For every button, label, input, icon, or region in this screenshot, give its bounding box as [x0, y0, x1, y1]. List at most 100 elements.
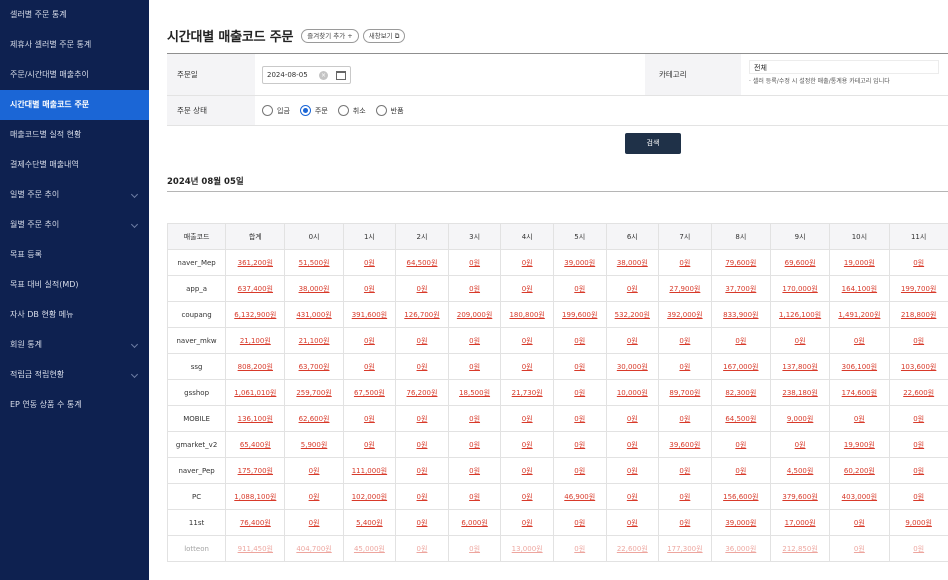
sales-amount-link[interactable]: 0원 — [500, 509, 554, 536]
sales-amount-link[interactable]: 0원 — [500, 483, 554, 510]
sales-amount-link[interactable]: 199,700원 — [888, 275, 948, 302]
sales-amount-link[interactable]: 0원 — [284, 457, 344, 484]
sales-amount-link[interactable]: 0원 — [605, 275, 660, 302]
sales-amount-link[interactable]: 38,000원 — [284, 275, 344, 302]
sales-amount-link[interactable]: 38,000원 — [605, 249, 660, 276]
sales-amount-link[interactable]: 65,400원 — [225, 431, 286, 458]
sales-amount-link[interactable]: 39,000원 — [552, 249, 607, 276]
radio-button[interactable] — [299, 105, 311, 116]
sales-amount-link[interactable]: 0원 — [658, 353, 712, 380]
sidebar-item[interactable]: 결제수단별 매출내역 — [0, 150, 149, 180]
sales-amount-link[interactable]: 0원 — [395, 509, 449, 536]
sales-amount-link[interactable]: 9,000원 — [769, 405, 831, 432]
sales-amount-link[interactable]: 0원 — [888, 405, 948, 432]
sidebar-item[interactable]: 시간대별 매출코드 주문 — [0, 90, 149, 120]
sales-amount-link[interactable]: 0원 — [888, 535, 948, 562]
sales-amount-link[interactable]: 0원 — [395, 483, 449, 510]
status-radio-option[interactable]: 취소 — [337, 105, 366, 116]
sales-amount-link[interactable]: 431,000원 — [284, 301, 344, 328]
chevron-down-icon[interactable] — [130, 190, 139, 199]
sidebar-item[interactable]: EP 연동 상품 수 통계 — [0, 390, 149, 420]
sales-amount-link[interactable]: 0원 — [447, 327, 502, 354]
sales-amount-link[interactable]: 76,400원 — [225, 509, 286, 536]
sales-amount-link[interactable]: 0원 — [342, 405, 397, 432]
sidebar-item[interactable]: 월별 주문 추이 — [0, 210, 149, 240]
open-new-window-button[interactable]: 새창보기 ⧉ — [362, 28, 406, 43]
sales-amount-link[interactable]: 0원 — [447, 275, 502, 302]
sales-amount-link[interactable]: 9,000원 — [888, 509, 948, 536]
sales-amount-link[interactable]: 18,500원 — [447, 379, 502, 406]
sales-amount-link[interactable]: 136,100원 — [225, 405, 286, 432]
sales-amount-link[interactable]: 306,100원 — [829, 353, 890, 380]
sales-amount-link[interactable]: 0원 — [658, 405, 712, 432]
sales-amount-link[interactable]: 637,400원 — [225, 275, 286, 302]
sales-amount-link[interactable]: 0원 — [658, 457, 712, 484]
sidebar-item[interactable]: 회원 통계 — [0, 330, 149, 360]
sales-amount-link[interactable]: 0원 — [552, 509, 607, 536]
sales-amount-link[interactable]: 0원 — [888, 249, 948, 276]
sales-amount-link[interactable]: 379,600원 — [769, 483, 831, 510]
sales-amount-link[interactable]: 156,600원 — [710, 483, 771, 510]
calendar-icon[interactable] — [336, 70, 346, 80]
sales-amount-link[interactable]: 5,900원 — [284, 431, 344, 458]
sales-amount-link[interactable]: 111,000원 — [342, 457, 397, 484]
sales-amount-link[interactable]: 0원 — [658, 509, 712, 536]
search-button[interactable]: 검색 — [625, 133, 681, 154]
sales-amount-link[interactable]: 19,000원 — [829, 249, 890, 276]
sales-amount-link[interactable]: 392,000원 — [658, 301, 712, 328]
sales-amount-link[interactable]: 69,600원 — [769, 249, 831, 276]
sales-amount-link[interactable]: 1,491,200원 — [829, 301, 890, 328]
sales-amount-link[interactable]: 0원 — [500, 431, 554, 458]
sales-amount-link[interactable]: 103,600원 — [888, 353, 948, 380]
sales-amount-link[interactable]: 0원 — [447, 457, 502, 484]
sales-amount-link[interactable]: 0원 — [710, 327, 771, 354]
sales-amount-link[interactable]: 1,126,100원 — [769, 301, 831, 328]
sales-amount-link[interactable]: 0원 — [829, 405, 890, 432]
sales-amount-link[interactable]: 212,850원 — [769, 535, 831, 562]
chevron-down-icon[interactable] — [130, 220, 139, 229]
sales-amount-link[interactable]: 0원 — [710, 457, 771, 484]
sales-amount-link[interactable]: 0원 — [500, 405, 554, 432]
sales-amount-link[interactable]: 0원 — [552, 405, 607, 432]
sales-amount-link[interactable]: 259,700원 — [284, 379, 344, 406]
category-select[interactable]: 전체 — [749, 60, 939, 74]
sales-amount-link[interactable]: 45,000원 — [342, 535, 397, 562]
sales-amount-link[interactable]: 0원 — [500, 249, 554, 276]
sales-amount-link[interactable]: 0원 — [552, 275, 607, 302]
sales-amount-link[interactable]: 0원 — [605, 483, 660, 510]
sales-amount-link[interactable]: 0원 — [658, 327, 712, 354]
sales-amount-link[interactable]: 0원 — [769, 431, 831, 458]
sales-amount-link[interactable]: 238,180원 — [769, 379, 831, 406]
radio-button[interactable] — [375, 105, 387, 116]
sales-amount-link[interactable]: 0원 — [395, 457, 449, 484]
sales-amount-link[interactable]: 0원 — [395, 431, 449, 458]
sidebar-item[interactable]: 매출코드별 실적 현황 — [0, 120, 149, 150]
sales-amount-link[interactable]: 199,600원 — [552, 301, 607, 328]
sales-amount-link[interactable]: 0원 — [605, 509, 660, 536]
sales-amount-link[interactable]: 174,600원 — [829, 379, 890, 406]
sales-amount-link[interactable]: 60,200원 — [829, 457, 890, 484]
sidebar-item[interactable]: 제휴사 셀러별 주문 통계 — [0, 30, 149, 60]
status-radio-option[interactable]: 입금 — [262, 105, 290, 116]
sales-amount-link[interactable]: 89,700원 — [658, 379, 712, 406]
order-date-input[interactable]: 2024-08-05 × — [262, 65, 351, 84]
sales-amount-link[interactable]: 0원 — [395, 275, 449, 302]
sales-amount-link[interactable]: 79,600원 — [710, 249, 771, 276]
add-favorite-button[interactable]: 즐겨찾기 추가 + — [301, 28, 359, 43]
sales-amount-link[interactable]: 361,200원 — [225, 249, 286, 276]
sales-amount-link[interactable]: 0원 — [342, 275, 397, 302]
sales-amount-link[interactable]: 0원 — [552, 457, 607, 484]
sales-amount-link[interactable]: 13,000원 — [500, 535, 554, 562]
sales-amount-link[interactable]: 0원 — [658, 249, 712, 276]
sales-amount-link[interactable]: 0원 — [447, 405, 502, 432]
sales-amount-link[interactable]: 0원 — [447, 535, 502, 562]
sales-amount-link[interactable]: 0원 — [395, 327, 449, 354]
sales-amount-link[interactable]: 1,061,010원 — [225, 379, 286, 406]
sales-amount-link[interactable]: 0원 — [342, 353, 397, 380]
sales-amount-link[interactable]: 0원 — [552, 535, 607, 562]
sales-amount-link[interactable]: 0원 — [342, 249, 397, 276]
sales-amount-link[interactable]: 10,000원 — [605, 379, 660, 406]
sales-amount-link[interactable]: 404,700원 — [284, 535, 344, 562]
sales-amount-link[interactable]: 0원 — [829, 327, 890, 354]
sales-amount-link[interactable]: 67,500원 — [342, 379, 397, 406]
